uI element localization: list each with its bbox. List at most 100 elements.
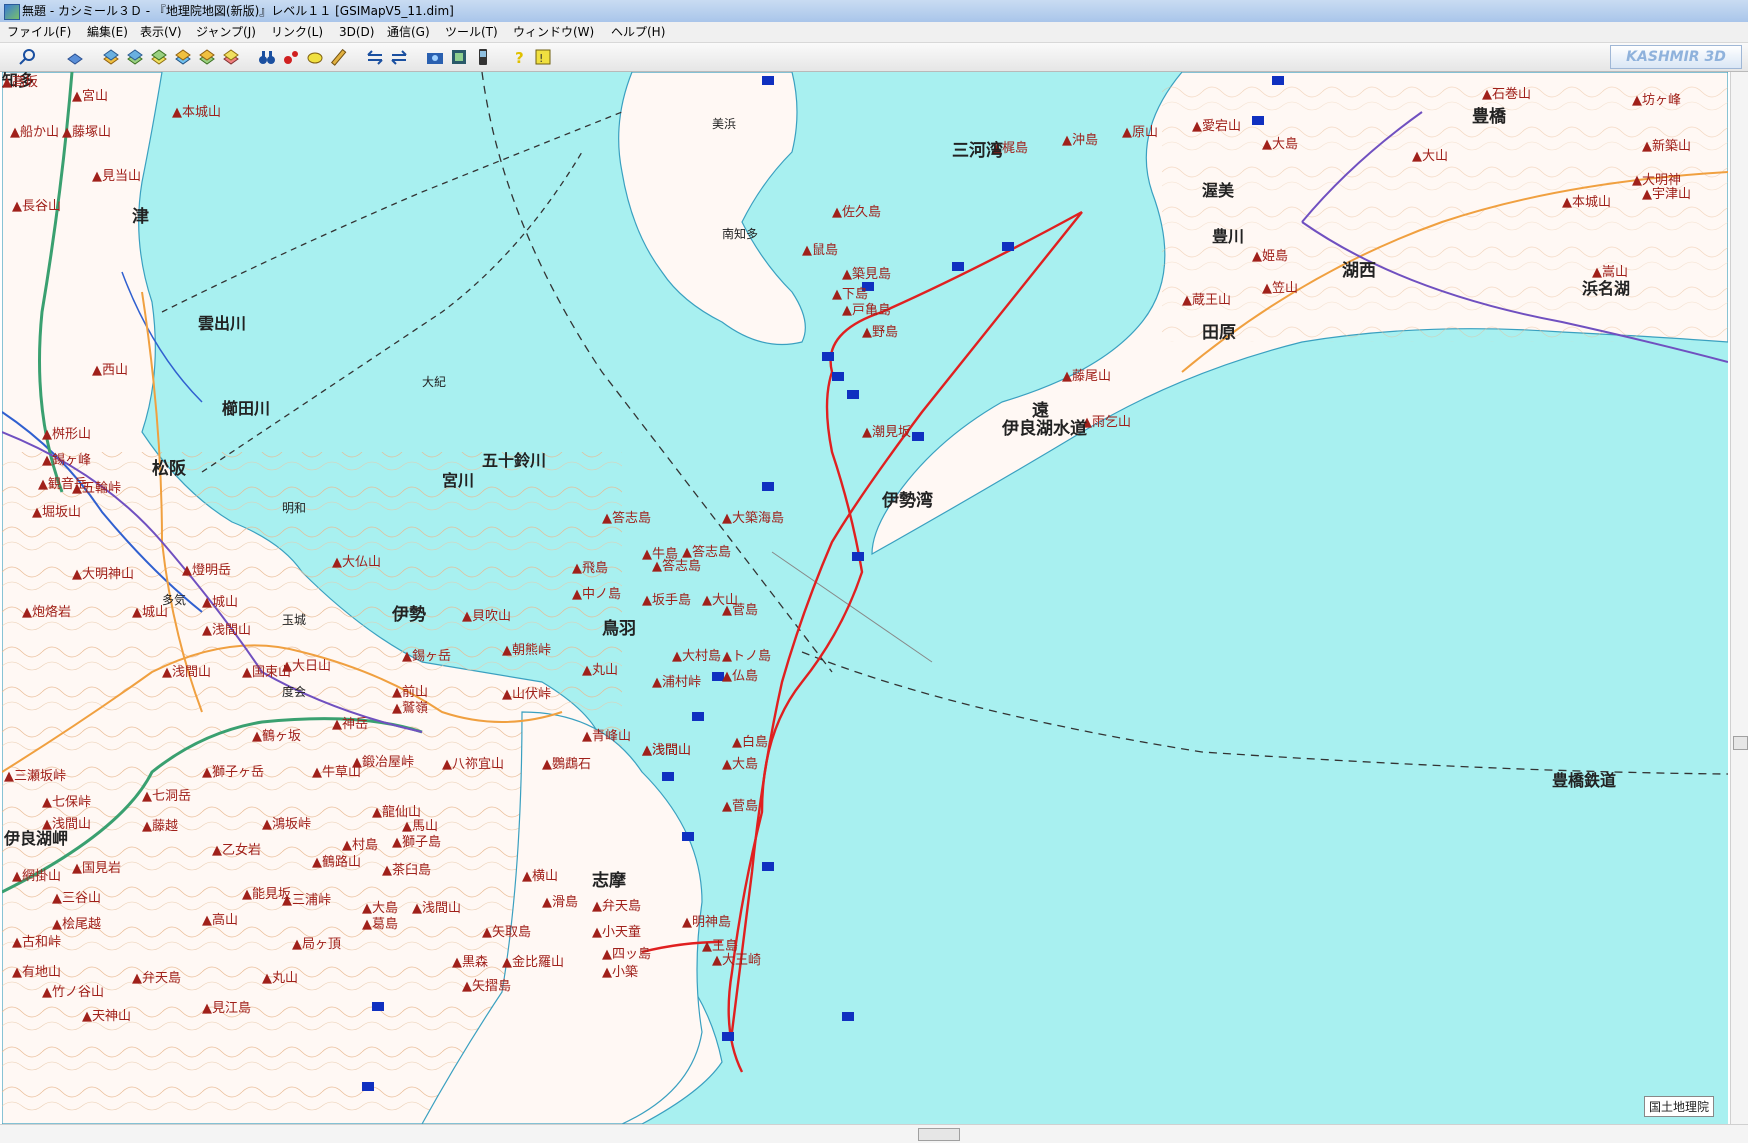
city-label: 松阪 bbox=[152, 458, 186, 479]
place-label: ▲本城山 bbox=[172, 105, 221, 120]
place-label: ▲石巻山 bbox=[1482, 87, 1531, 102]
svg-text:!: ! bbox=[539, 52, 543, 65]
place-label: ▲山伏峠 bbox=[502, 687, 551, 702]
river-label: 豊川 bbox=[1212, 227, 1244, 246]
map-stack-icon[interactable] bbox=[126, 48, 144, 66]
binoculars-icon[interactable] bbox=[258, 48, 276, 66]
place-label: ▲坂手島 bbox=[642, 593, 691, 608]
camera-icon[interactable] bbox=[426, 48, 444, 66]
layer-icon[interactable] bbox=[66, 48, 84, 66]
place-label: ▲菅島 bbox=[722, 799, 758, 814]
town-label: 明和 bbox=[282, 501, 306, 515]
place-label: ▲前山 bbox=[392, 684, 428, 700]
town-label: 南知多 bbox=[722, 226, 758, 241]
place-label: ▲大明神山 bbox=[72, 567, 134, 582]
menu-comm[interactable]: 通信(G) bbox=[384, 22, 433, 42]
place-label: ▲小築 bbox=[602, 965, 638, 980]
place-label: ▲築見島 bbox=[842, 267, 891, 282]
map-stack-icon[interactable] bbox=[150, 48, 168, 66]
scroll-thumb[interactable] bbox=[918, 1128, 960, 1141]
map-stack-icon[interactable] bbox=[174, 48, 192, 66]
river-label: 浜名湖 bbox=[1582, 279, 1630, 298]
place-label: ▲弁天島 bbox=[592, 899, 641, 914]
river-label: 宮川 bbox=[442, 471, 474, 490]
menu-edit[interactable]: 編集(E) bbox=[84, 22, 131, 42]
vertical-scrollbar[interactable] bbox=[1730, 72, 1748, 1124]
place-label: ▲横山 bbox=[522, 869, 558, 884]
place-label: ▲浅間山 bbox=[412, 901, 461, 916]
route-icon[interactable] bbox=[306, 48, 324, 66]
place-label: ▲有地山 bbox=[12, 965, 61, 980]
place-label: ▲中ノ島 bbox=[572, 587, 621, 602]
ruler-icon[interactable] bbox=[330, 48, 348, 66]
place-label: ▲矢摺島 bbox=[462, 979, 511, 994]
place-label: ▲青峰山 bbox=[582, 729, 631, 744]
place-label: ▲見当山 bbox=[92, 169, 141, 184]
about-icon[interactable]: ! bbox=[534, 48, 552, 66]
place-label: ▲高坂 bbox=[2, 74, 38, 90]
river-label: 豊橋鉄道 bbox=[1552, 771, 1616, 790]
place-label: ▲西山 bbox=[92, 363, 128, 378]
map-canvas[interactable]: ▲宮山 ▲本城山 ▲船か山 ▲藤塚山 ▲見当山 ▲長谷山 津雲出川 ▲西山櫛田川 ▲桝形山 ▲錫ヶ… bbox=[2, 72, 1728, 1124]
place-label: ▲新築山 bbox=[1642, 138, 1691, 154]
place-label: ▲藤尾山 bbox=[1062, 369, 1111, 384]
zoom-icon[interactable] bbox=[18, 48, 36, 66]
town-label: 美浜 bbox=[712, 117, 736, 131]
menu-jump[interactable]: ジャンプ(J) bbox=[193, 22, 259, 42]
place-label: ▲小天童 bbox=[592, 924, 641, 940]
place-label: ▲下島 bbox=[832, 287, 868, 302]
menu-link[interactable]: リンク(L) bbox=[268, 22, 326, 42]
place-label: ▲鸚鵡石 bbox=[542, 757, 591, 772]
place-label: ▲浅間山 bbox=[202, 623, 251, 638]
menu-view[interactable]: 表示(V) bbox=[137, 22, 185, 42]
map-stack-icon[interactable] bbox=[198, 48, 216, 66]
help-icon[interactable]: ? bbox=[510, 48, 528, 66]
map-stack-icon[interactable] bbox=[102, 48, 120, 66]
phone-icon[interactable] bbox=[474, 48, 492, 66]
place-label: ▲大山 bbox=[1412, 149, 1448, 164]
scroll-thumb[interactable] bbox=[1733, 736, 1748, 750]
menu-window[interactable]: ウィンドウ(W) bbox=[510, 22, 597, 42]
city-label: 志摩 bbox=[592, 870, 626, 891]
place-label: ▲貝吹山 bbox=[462, 609, 511, 624]
waypoint-icon[interactable] bbox=[282, 48, 300, 66]
sea-label: 伊良湖水道 bbox=[1001, 418, 1087, 439]
menu-tools[interactable]: ツール(T) bbox=[442, 22, 501, 42]
place-label: ▲大日山 bbox=[282, 659, 331, 674]
toolbar: ? ! KASHMIR 3D bbox=[0, 43, 1748, 72]
place-label: ▲錫ヶ峰 bbox=[42, 453, 91, 468]
film-icon[interactable] bbox=[450, 48, 468, 66]
place-label: ▲船か山 bbox=[10, 125, 59, 140]
place-label: ▲大築海島 bbox=[722, 511, 784, 526]
menu-help[interactable]: ヘルプ(H) bbox=[608, 22, 668, 42]
place-label: ▲茶臼島 bbox=[382, 862, 431, 878]
place-label: ▲藤塚山 bbox=[62, 125, 111, 140]
sea-label: 遠 bbox=[1032, 401, 1049, 421]
city-label: 豊橋 bbox=[1472, 106, 1507, 127]
place-label: ▲城山 bbox=[132, 605, 168, 620]
place-label: ▲竹ノ谷山 bbox=[42, 985, 104, 1000]
place-label: ▲三浦峠 bbox=[282, 893, 331, 908]
place-label: ▲佐久島 bbox=[832, 205, 881, 220]
menu-3d[interactable]: 3D(D) bbox=[336, 22, 377, 42]
river-label: 五十鈴川 bbox=[482, 451, 546, 470]
place-label: ▲嵩山 bbox=[1592, 265, 1628, 280]
place-label: ▲大島 bbox=[362, 901, 398, 916]
place-label: ▲大島 bbox=[1262, 137, 1298, 152]
place-label: ▲浅間山 bbox=[162, 665, 211, 680]
place-label: ▲朝熊峠 bbox=[502, 642, 551, 658]
map-stack-icon[interactable] bbox=[222, 48, 240, 66]
place-label: ▲野島 bbox=[862, 325, 898, 340]
city-label: 鳥羽 bbox=[602, 618, 636, 639]
menu-bar: ファイル(F) 編集(E) 表示(V) ジャンプ(J) リンク(L) 3D(D)… bbox=[0, 22, 1748, 43]
place-label: ▲菅島 bbox=[722, 603, 758, 618]
place-label: ▲金比羅山 bbox=[502, 954, 564, 970]
arrow-right-icon[interactable] bbox=[390, 48, 408, 66]
menu-file[interactable]: ファイル(F) bbox=[4, 22, 74, 42]
place-label: ▲雨乞山 bbox=[1082, 415, 1131, 430]
place-label: ▲炮烙岩 bbox=[22, 604, 71, 620]
horizontal-scrollbar[interactable] bbox=[0, 1124, 1748, 1143]
svg-text:?: ? bbox=[515, 49, 524, 66]
arrow-left-icon[interactable] bbox=[366, 48, 384, 66]
map-view[interactable]: ▲宮山 ▲本城山 ▲船か山 ▲藤塚山 ▲見当山 ▲長谷山 津雲出川 ▲西山 櫛田川 ▲桝形山 ▲錫ヶ… bbox=[2, 72, 1728, 1124]
